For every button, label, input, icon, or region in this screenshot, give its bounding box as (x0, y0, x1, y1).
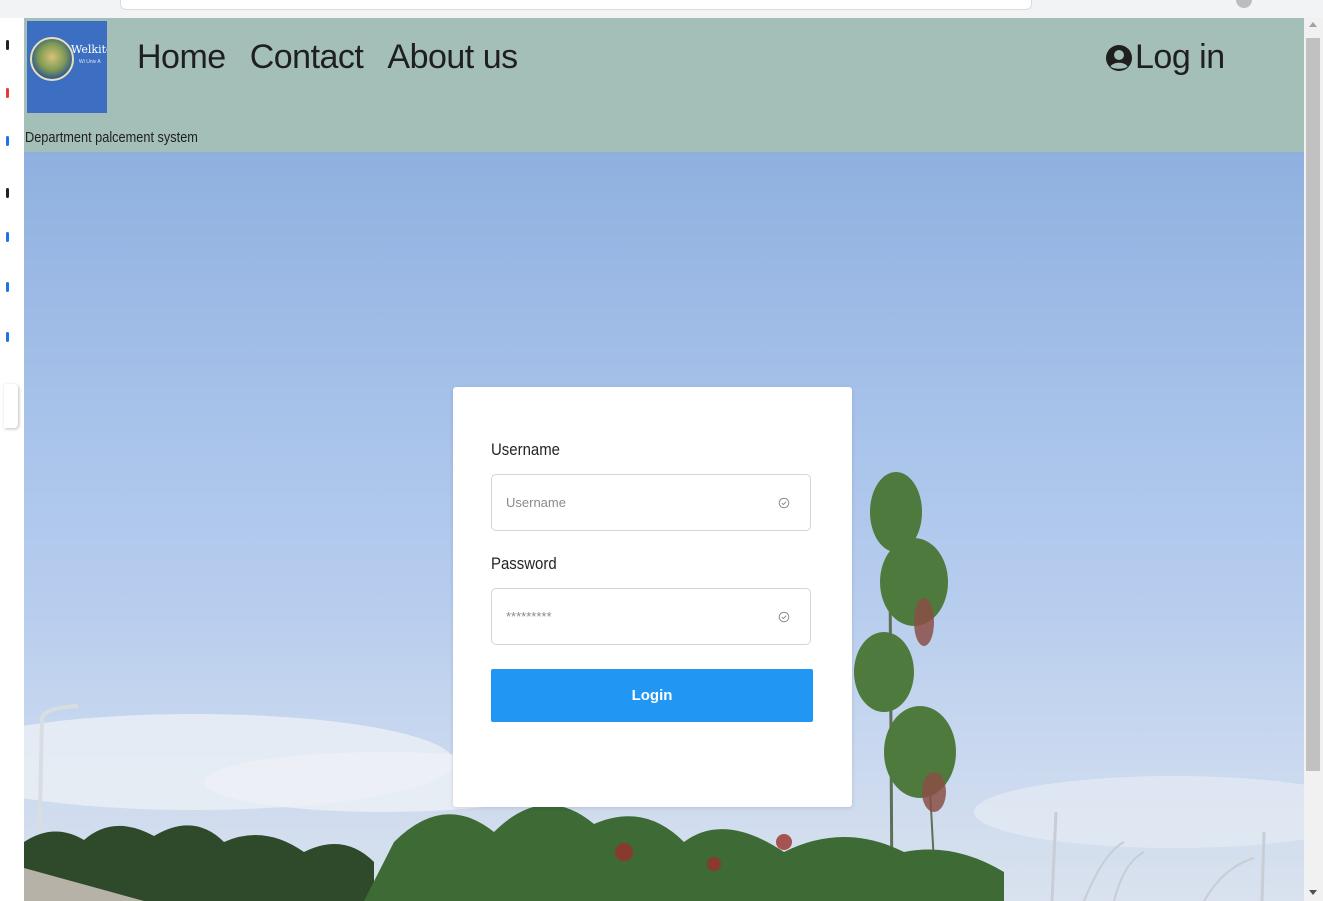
gutter-marker (6, 136, 9, 146)
user-circle-icon (1106, 44, 1132, 71)
gutter-marker (6, 188, 9, 198)
gutter-marker (6, 232, 9, 242)
nav-link-home[interactable]: Home (137, 38, 226, 77)
nav-login-link[interactable]: Log in (1104, 38, 1225, 77)
password-label: Password (491, 554, 557, 573)
university-emblem-icon (30, 37, 74, 81)
scrollbar-thumb[interactable] (1306, 38, 1320, 771)
username-input[interactable] (491, 474, 811, 531)
gutter-marker (6, 282, 9, 292)
scroll-up-arrow-icon[interactable] (1309, 22, 1317, 27)
nav-login-label: Log in (1135, 38, 1225, 76)
login-button[interactable]: Login (491, 669, 813, 722)
login-form: Username Password Login (453, 387, 852, 807)
nav-links: Home Contact About us (137, 38, 518, 77)
password-input[interactable] (491, 588, 811, 645)
profile-avatar[interactable] (1236, 0, 1252, 8)
username-label: Username (491, 440, 561, 459)
site-logo[interactable]: Welkite U Wi Univ A (27, 21, 107, 113)
scroll-down-arrow-icon[interactable] (1309, 890, 1317, 895)
side-panel-tab[interactable] (4, 384, 18, 428)
site-navbar: Welkite U Wi Univ A Home Contact About u… (24, 18, 1304, 152)
check-circle-icon (778, 497, 790, 509)
logo-text: Welkite U (71, 43, 107, 56)
logo-subtext: Wi Univ A (79, 59, 101, 65)
browser-top-strip (0, 0, 1323, 18)
gutter-marker (6, 88, 9, 98)
gutter-marker (6, 332, 9, 342)
gutter-marker (6, 40, 9, 50)
nav-link-about-us[interactable]: About us (387, 38, 518, 77)
check-circle-icon (778, 611, 790, 623)
address-bar[interactable] (120, 0, 1032, 10)
site-subtitle: Department palcement system (25, 129, 198, 146)
nav-link-contact[interactable]: Contact (250, 38, 364, 77)
side-panel-gutter (0, 18, 24, 901)
